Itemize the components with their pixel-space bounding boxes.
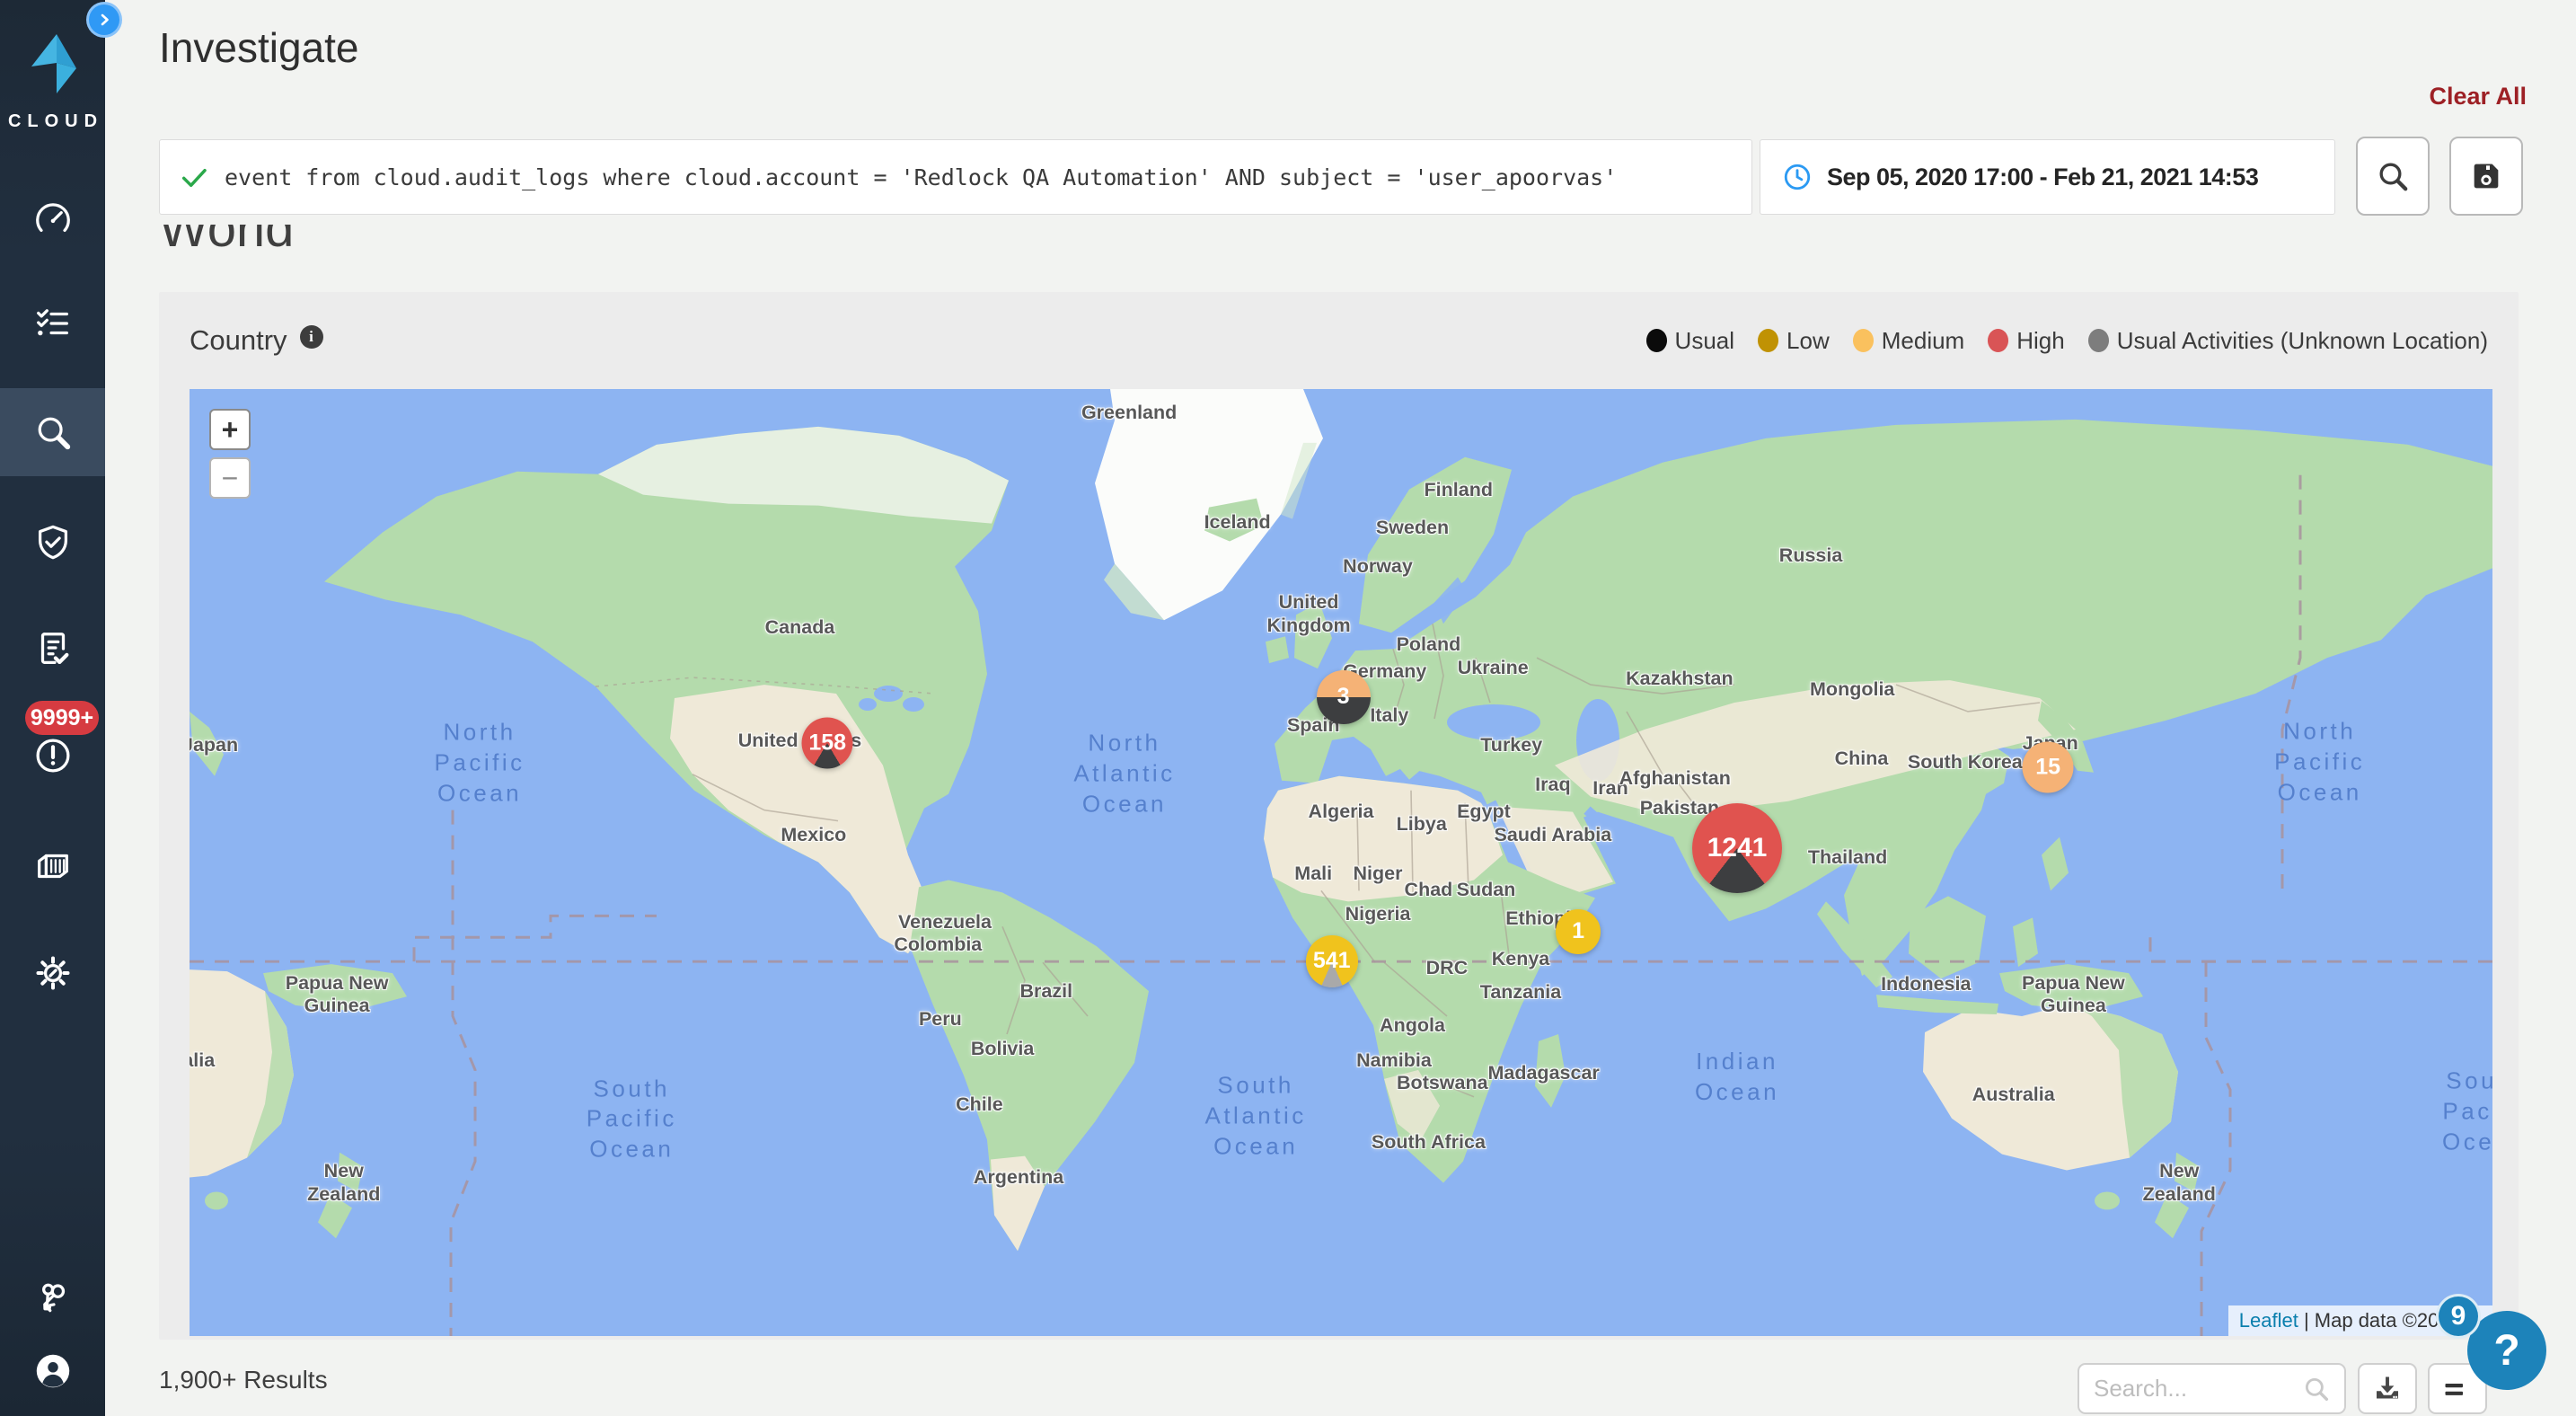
- cluster-marker-1241[interactable]: 1241: [1692, 803, 1782, 893]
- legend-dot: [2088, 329, 2109, 352]
- alerts-count-badge: 9999+: [25, 701, 99, 735]
- document-check-icon: [32, 628, 74, 669]
- save-icon: [2468, 158, 2504, 194]
- sidebar-item-dashboard[interactable]: [0, 174, 105, 262]
- user-icon: [32, 1350, 74, 1392]
- legend-item: Medium: [1853, 327, 1964, 355]
- legend-label: Usual: [1675, 327, 1734, 355]
- list-lines-icon: [2441, 1373, 2474, 1405]
- download-icon: [2371, 1373, 2404, 1405]
- map-zoom-control: + −: [209, 409, 251, 499]
- clock-icon: [1782, 162, 1813, 192]
- page-title: Investigate: [159, 23, 358, 72]
- run-search-button[interactable]: [2356, 137, 2430, 216]
- sidebar-item-policies[interactable]: [0, 279, 105, 367]
- legend-dot: [1988, 329, 2008, 352]
- world-map[interactable]: GreenlandIcelandFinlandSwedenNorwayUnite…: [190, 389, 2492, 1336]
- shield-check-icon: [32, 522, 74, 563]
- world-heading: World: [159, 225, 294, 255]
- legend-dot: [1853, 329, 1874, 352]
- legend-dot: [1758, 329, 1778, 352]
- sidebar: CLOUD 9999+: [0, 0, 105, 1416]
- cluster-marker-1[interactable]: 1: [1556, 909, 1601, 954]
- time-range-picker[interactable]: Sep 05, 2020 17:00 - Feb 21, 2021 14:53: [1760, 139, 2335, 215]
- legend-item: Usual Activities (Unknown Location): [2088, 327, 2488, 355]
- legend-label: Usual Activities (Unknown Location): [2117, 327, 2488, 355]
- download-results-button[interactable]: [2358, 1363, 2417, 1414]
- results-count: 1,900+ Results: [159, 1366, 328, 1394]
- panel-header: Country i Usual Low Medium High Usual Activi…: [159, 292, 2519, 389]
- search-icon: [32, 412, 74, 453]
- help-notification-badge[interactable]: 9: [2436, 1294, 2481, 1339]
- zoom-out-button[interactable]: −: [209, 457, 251, 499]
- cluster-marker-3[interactable]: 3: [1317, 670, 1371, 724]
- world-map-svg: [190, 389, 2492, 1336]
- query-text: event from cloud.audit_logs where cloud.…: [225, 164, 1617, 190]
- country-map-panel: Country i Usual Low Medium High Usual Activi…: [159, 292, 2519, 1340]
- legend-dot: [1646, 329, 1667, 352]
- search-icon: [2301, 1374, 2332, 1404]
- leaflet-link[interactable]: Leaflet: [2239, 1309, 2298, 1332]
- search-icon: [2375, 158, 2411, 194]
- legend-item: Low: [1758, 327, 1830, 355]
- gear-icon: [32, 952, 74, 994]
- map-legend: Usual Low Medium High Usual Activities (Unkn…: [1646, 327, 2488, 355]
- zoom-in-button[interactable]: +: [209, 409, 251, 450]
- checklist-icon: [32, 303, 74, 344]
- legend-item: Usual: [1646, 327, 1734, 355]
- legend-label: High: [2016, 327, 2064, 355]
- sidebar-item-reports[interactable]: [0, 605, 105, 693]
- gauge-icon: [32, 198, 74, 239]
- sidebar-expand-button[interactable]: [86, 2, 122, 38]
- world-heading-wrap: World: [159, 225, 294, 266]
- cluster-marker-158[interactable]: 158: [802, 718, 853, 769]
- sidebar-item-compliance[interactable]: [0, 499, 105, 587]
- query-valid-check-icon: [180, 163, 208, 191]
- keys-icon: [32, 1279, 74, 1320]
- legend-item: High: [1988, 327, 2064, 355]
- results-search: [2078, 1363, 2346, 1414]
- sidebar-item-profile[interactable]: [0, 1335, 105, 1407]
- sidebar-item-investigate[interactable]: [0, 388, 105, 476]
- results-search-input[interactable]: [2092, 1374, 2301, 1403]
- info-icon[interactable]: i: [300, 325, 323, 349]
- alert-circle-icon: [32, 735, 74, 776]
- cluster-marker-15[interactable]: 15: [2023, 741, 2074, 792]
- clear-all-button[interactable]: Clear All: [2429, 83, 2527, 111]
- sidebar-item-access-keys[interactable]: [0, 1263, 105, 1335]
- app-logo: CLOUD: [0, 23, 105, 132]
- chevron-right-icon: [93, 9, 115, 31]
- time-range-value: Sep 05, 2020 17:00 - Feb 21, 2021 14:53: [1827, 164, 2258, 191]
- save-search-button[interactable]: [2449, 137, 2523, 216]
- sidebar-item-compute[interactable]: [0, 822, 105, 910]
- logo-text: CLOUD: [0, 111, 105, 132]
- container-icon: [32, 845, 74, 887]
- query-input[interactable]: event from cloud.audit_logs where cloud.…: [159, 139, 1752, 215]
- cloud-logo-icon: [21, 23, 85, 104]
- panel-title: Country: [190, 324, 287, 357]
- legend-label: Medium: [1882, 327, 1964, 355]
- legend-label: Low: [1786, 327, 1830, 355]
- cluster-marker-541[interactable]: 541: [1306, 935, 1358, 987]
- sidebar-item-settings[interactable]: [0, 929, 105, 1017]
